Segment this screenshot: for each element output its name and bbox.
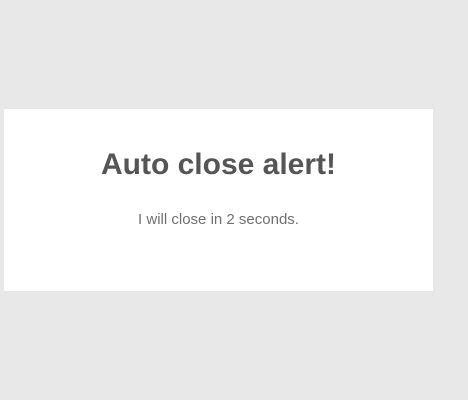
alert-dialog: Auto close alert! I will close in 2 seco… [4,109,433,291]
alert-message: I will close in 2 seconds. [138,211,299,228]
alert-title: Auto close alert! [100,148,337,181]
page-background: { "alert": { "title": "Auto close alert!… [0,0,468,400]
